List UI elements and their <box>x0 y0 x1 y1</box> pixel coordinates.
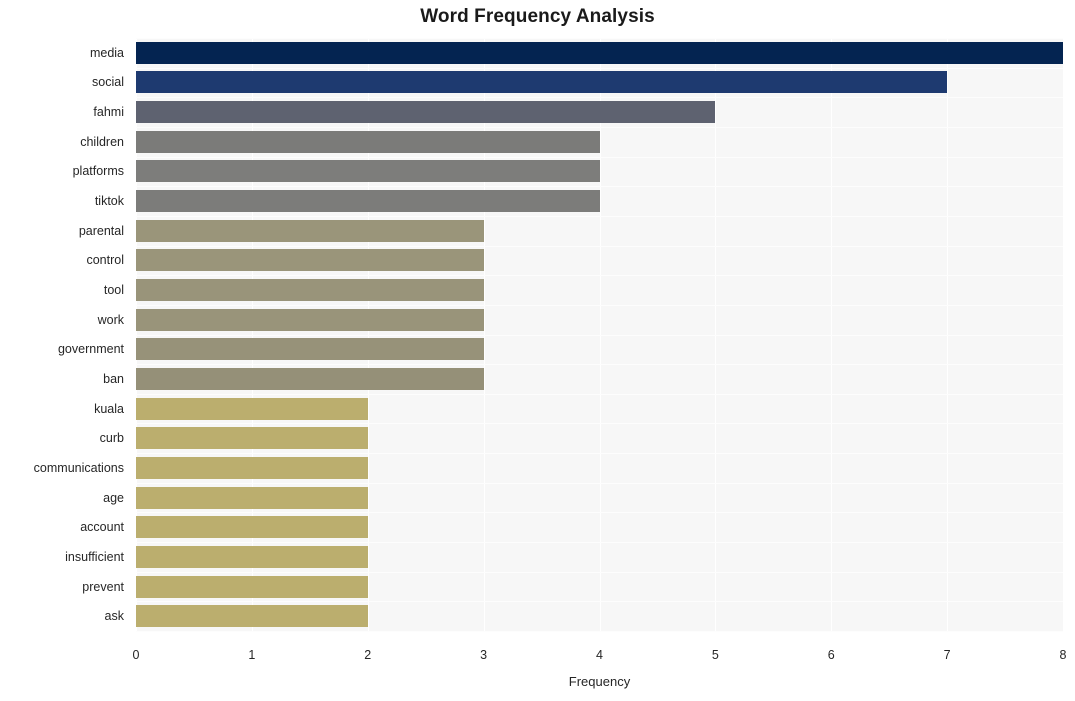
bar <box>136 427 368 450</box>
bar <box>136 575 368 598</box>
y-axis-tick-label: tiktok <box>94 194 124 209</box>
y-axis-tick-label: children <box>80 134 124 149</box>
bar <box>136 545 368 568</box>
bar <box>136 516 368 539</box>
y-axis-tick-labels: media social fahmi children platforms tiktok p… <box>0 38 130 631</box>
x-axis-tick-label: 1 <box>248 648 256 662</box>
y-axis-tick-label: account <box>80 520 124 535</box>
bars-layer <box>136 38 1063 631</box>
y-axis-tick-label: control <box>86 253 124 268</box>
y-axis-tick-label: age <box>103 490 124 505</box>
bar <box>136 308 484 331</box>
bar <box>136 101 716 124</box>
x-axis-tick-label: 0 <box>132 648 140 662</box>
y-axis-tick-label: fahmi <box>93 105 124 120</box>
bar <box>136 397 368 420</box>
y-axis-tick-label: parental <box>78 223 124 238</box>
bar <box>136 279 484 302</box>
word-frequency-chart: Word Frequency Analysis media social fahmi… <box>0 0 1075 701</box>
chart-title: Word Frequency Analysis <box>420 6 655 27</box>
y-axis-tick-label: communications <box>33 460 124 475</box>
gridline-vertical <box>1063 38 1064 631</box>
x-axis-tick-label: 4 <box>596 648 603 662</box>
bar <box>136 456 368 479</box>
x-axis-tick-label: 6 <box>827 648 835 662</box>
bar <box>136 367 484 390</box>
y-axis-tick-label: insufficient <box>65 549 124 564</box>
bar <box>136 130 600 153</box>
y-axis-tick-label: prevent <box>82 579 124 594</box>
bar <box>136 486 368 509</box>
bar <box>136 605 368 628</box>
bar <box>136 219 484 242</box>
y-axis-tick-label: work <box>97 312 124 327</box>
y-axis-tick-label: platforms <box>72 164 124 179</box>
y-axis-tick-label: government <box>57 342 124 357</box>
y-axis-tick-label: kuala <box>94 401 124 416</box>
bar <box>136 190 600 213</box>
plot-area <box>136 38 1064 632</box>
x-axis-title: Frequency <box>568 674 631 689</box>
bar <box>136 71 948 94</box>
x-axis-tick-label: 8 <box>1059 648 1067 662</box>
x-axis-tick-label: 2 <box>364 648 372 662</box>
y-axis-tick-label: curb <box>99 431 124 446</box>
bar <box>136 249 484 272</box>
x-axis-tick-label: 3 <box>480 648 488 662</box>
x-axis-tick-label: 7 <box>943 648 951 662</box>
y-axis-tick-label: ban <box>103 371 124 386</box>
y-axis-tick-label: tool <box>103 283 124 298</box>
bar <box>136 338 484 361</box>
y-axis-tick-label: media <box>89 45 124 60</box>
x-axis-tick-label: 5 <box>711 648 719 662</box>
gridline-horizontal <box>136 631 1063 632</box>
bar <box>136 41 1063 64</box>
bar <box>136 160 600 183</box>
x-axis-tick-labels: 0 1 2 3 4 5 6 7 8 <box>0 648 1075 668</box>
y-axis-tick-label: social <box>92 75 124 90</box>
y-axis-tick-label: ask <box>104 609 124 624</box>
